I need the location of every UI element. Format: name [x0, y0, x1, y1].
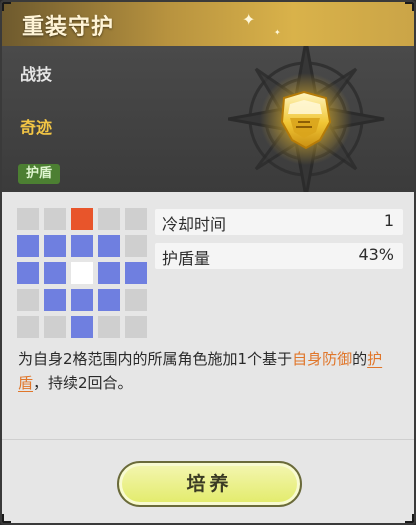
range-cell-blue	[17, 262, 39, 284]
corner-decoration	[2, 2, 11, 11]
range-cell-blue	[98, 262, 120, 284]
description-text: 为自身2格范围内的所属角色施加1个基于	[18, 350, 293, 368]
range-cell-blue	[71, 235, 93, 257]
skill-type: 战技	[20, 65, 53, 84]
skill-card: 重装守护 ✦ ✦ 战技 奇迹 护盾 冷却时间 1 护盾量 43% 为自身2格范围…	[0, 0, 416, 525]
skill-title: 重装守护	[22, 15, 115, 40]
stat-value: 1	[383, 211, 394, 230]
range-cell-blue	[98, 235, 120, 257]
range-cell-blue	[17, 235, 39, 257]
description-text: ，持续2回合。	[33, 374, 133, 392]
range-cell-blue	[44, 262, 66, 284]
stat-row-cooldown: 冷却时间 1	[155, 209, 403, 235]
description-text: 的	[352, 350, 368, 368]
stat-label: 冷却时间	[162, 215, 227, 234]
sparkle-icon: ✦	[242, 10, 256, 29]
skill-description: 为自身2格范围内的所属角色施加1个基于自身防御的护盾，持续2回合。	[18, 347, 406, 395]
corner-decoration	[2, 514, 11, 523]
range-cell-empty	[17, 208, 39, 230]
golden-shield-icon	[228, 46, 385, 192]
corner-decoration	[405, 2, 414, 11]
range-grid	[17, 208, 147, 338]
range-cell-empty	[125, 235, 147, 257]
range-cell-empty	[125, 208, 147, 230]
skill-info-panel: 战技 奇迹 护盾	[2, 46, 414, 192]
range-cell-empty	[125, 316, 147, 338]
range-cell-empty	[98, 316, 120, 338]
divider	[2, 439, 414, 440]
range-cell-empty	[44, 208, 66, 230]
stat-label: 护盾量	[162, 249, 211, 268]
range-cell-blue	[98, 289, 120, 311]
stat-row-shield: 护盾量 43%	[155, 243, 403, 269]
range-cell-target	[71, 208, 93, 230]
title-bar: 重装守护 ✦ ✦	[2, 2, 414, 46]
range-cell-blue	[44, 235, 66, 257]
range-cell-empty	[17, 316, 39, 338]
keyword-self-defense: 自身防御	[292, 350, 353, 368]
stat-value: 43%	[358, 245, 394, 264]
range-cell-empty	[125, 289, 147, 311]
range-cell-empty	[17, 289, 39, 311]
cultivate-button[interactable]: 培养	[117, 461, 302, 507]
range-cell-empty	[44, 316, 66, 338]
corner-decoration	[405, 514, 414, 523]
range-cell-blue	[71, 316, 93, 338]
range-cell-blue	[125, 262, 147, 284]
range-cell-blue	[44, 289, 66, 311]
shield-tag: 护盾	[18, 164, 61, 184]
range-cell-self	[71, 262, 93, 284]
skill-rarity: 奇迹	[20, 118, 53, 137]
range-cell-empty	[98, 208, 120, 230]
sparkle-icon: ✦	[274, 28, 281, 37]
range-cell-blue	[71, 289, 93, 311]
